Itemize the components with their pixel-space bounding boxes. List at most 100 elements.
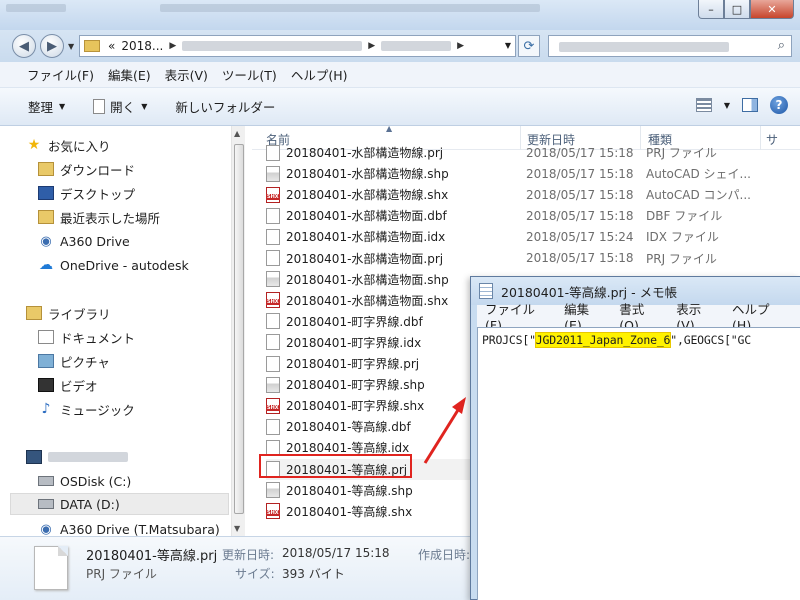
blurred-computer-name <box>48 452 128 462</box>
file-type: PRJ ファイル <box>646 146 717 160</box>
scroll-up-icon[interactable]: ▲ <box>234 129 240 138</box>
open-label: 開く <box>110 100 136 115</box>
sidebar-item-label: ピクチャ <box>60 354 110 370</box>
sidebar-item-label: ダウンロード <box>60 162 136 178</box>
file-name: 20180401-水部構造物面.prj <box>286 251 444 266</box>
view-options-icon[interactable] <box>695 98 712 112</box>
breadcrumb-separator[interactable]: ▶ <box>169 41 176 51</box>
file-row[interactable]: 20180401-水部構造物面.idx 2018/05/17 15:24 IDX フ… <box>266 226 800 247</box>
prj-file-icon <box>266 250 280 266</box>
sidebar-item-label: A360 Drive (T.Matsubara) <box>60 521 220 537</box>
new-folder-label: 新しいフォルダー <box>175 100 276 115</box>
help-icon[interactable]: ? <box>770 96 788 114</box>
file-row[interactable]: 20180401-水部構造物線.shx 2018/05/17 15:18 AutoC… <box>266 184 800 205</box>
explorer-titlebar[interactable]: – □ ✕ <box>0 0 800 30</box>
scrollbar-thumb[interactable] <box>234 144 244 514</box>
menu-edit[interactable]: 編集(E) <box>101 65 158 84</box>
breadcrumb-separator[interactable]: ▶ <box>457 41 464 51</box>
organize-button[interactable]: 整理 ▼ <box>20 97 73 116</box>
file-row[interactable]: 20180401-水部構造物面.prj 2018/05/17 15:18 PRJ フ… <box>266 248 800 269</box>
file-date: 2018/05/17 15:18 <box>526 187 634 202</box>
preview-pane-icon[interactable] <box>742 98 758 112</box>
breadcrumb-separator[interactable]: ▶ <box>368 41 375 51</box>
chevron-down-icon: ▼ <box>141 102 148 111</box>
open-button[interactable]: 開く ▼ <box>85 97 155 116</box>
notepad-text-area[interactable]: PROJCS["JGD2011_Japan_Zone_6",GEOGCS["GC <box>477 327 800 600</box>
maximize-button[interactable]: □ <box>724 0 750 19</box>
notepad-title: 20180401-等高線.prj - メモ帳 <box>501 284 678 300</box>
idx-file-icon <box>266 334 280 351</box>
navigation-pane-scrollbar[interactable]: ▲ ▼ <box>231 126 245 536</box>
annotation-highlight-box <box>259 454 412 478</box>
sidebar-item-libraries[interactable]: ライブラリ <box>26 302 111 324</box>
file-row[interactable]: 20180401-水部構造物線.shp 2018/05/17 15:18 AutoC… <box>266 163 800 184</box>
recent-places-icon <box>38 210 54 224</box>
sidebar-item-recent[interactable]: 最近表示した場所 <box>38 206 160 228</box>
chevron-down-icon[interactable]: ▼ <box>505 41 511 50</box>
sidebar-item-documents[interactable]: ドキュメント <box>38 326 135 348</box>
forward-arrow-icon[interactable]: ▶ <box>40 34 64 58</box>
dbf-file-icon <box>266 207 280 224</box>
dbf-file-icon <box>266 418 280 435</box>
sidebar-item-desktop[interactable]: デスクトップ <box>38 182 135 204</box>
notepad-window: 20180401-等高線.prj - メモ帳 ファイル(F) 編集(E) 書式(… <box>470 276 800 600</box>
close-button[interactable]: ✕ <box>750 0 794 19</box>
back-arrow-icon[interactable]: ◀ <box>12 34 36 58</box>
shx-file-icon <box>266 503 280 520</box>
sidebar-item-computer[interactable] <box>26 446 128 468</box>
search-icon[interactable]: ⌕ <box>778 38 785 53</box>
minimize-button[interactable]: – <box>698 0 724 19</box>
scroll-down-icon[interactable]: ▼ <box>234 524 240 533</box>
blurred-path <box>182 41 363 51</box>
text-suffix: ",GEOGCS["GC <box>670 333 751 347</box>
menu-help[interactable]: ヘルプ(H) <box>284 65 355 84</box>
sidebar-item-osdisk[interactable]: OSDisk (C:) <box>38 470 131 492</box>
sidebar-item-music[interactable]: ♪ ミュージック <box>38 398 135 420</box>
downloads-folder-icon <box>38 162 54 176</box>
a360-icon: ◉ <box>40 521 52 537</box>
sidebar-item-a360-user[interactable]: ◉ A360 Drive (T.Matsubara) <box>38 518 220 537</box>
idx-file-icon <box>266 228 280 245</box>
sidebar-item-pictures[interactable]: ピクチャ <box>38 350 110 372</box>
menu-file[interactable]: ファイル(F) <box>20 65 101 84</box>
search-input[interactable]: ⌕ <box>548 35 792 57</box>
music-icon: ♪ <box>41 401 51 417</box>
file-row[interactable]: 20180401-水部構造物線.prj 2018/05/17 15:18 PRJ フ… <box>266 142 800 163</box>
details-file-type: PRJ ファイル <box>86 567 157 581</box>
sidebar-item-data-drive[interactable]: DATA (D:) <box>10 493 229 515</box>
chevron-down-icon: ▼ <box>59 102 66 111</box>
sidebar-item-label: 最近表示した場所 <box>60 210 161 226</box>
details-size-label: サイズ: <box>235 567 275 581</box>
blurred-title <box>160 4 540 12</box>
file-type: DBF ファイル <box>646 209 723 224</box>
command-bar: 整理 ▼ 開く ▼ 新しいフォルダー ▼ ? <box>0 88 800 126</box>
file-type: AutoCAD コンパ... <box>646 188 751 203</box>
sidebar-item-a360[interactable]: ◉ A360 Drive <box>38 230 129 252</box>
sidebar-item-favorites[interactable]: ★ お気に入り <box>26 134 111 156</box>
address-chevrons[interactable]: « <box>108 39 115 53</box>
address-segment[interactable]: 2018... <box>121 39 163 53</box>
shp-file-icon <box>266 376 280 393</box>
menu-tools[interactable]: ツール(T) <box>215 65 284 84</box>
drive-icon <box>38 499 54 509</box>
library-icon <box>26 306 42 320</box>
sidebar-item-onedrive[interactable]: ☁ OneDrive - autodesk <box>38 254 189 276</box>
sidebar-item-downloads[interactable]: ダウンロード <box>38 158 135 180</box>
file-type: PRJ ファイル <box>646 251 717 266</box>
sidebar-item-label: ミュージック <box>60 402 135 418</box>
file-row[interactable]: 20180401-水部構造物面.dbf 2018/05/17 15:18 DBF フ… <box>266 205 800 226</box>
navigation-bar: ◀ ▶ ▼ « 2018... ▶ ▶ ▶ ▼ ⟳ ⌕ <box>0 30 800 62</box>
videos-icon <box>38 378 54 392</box>
file-date: 2018/05/17 15:18 <box>526 208 634 223</box>
address-bar[interactable]: « 2018... ▶ ▶ ▶ ▼ <box>79 35 516 57</box>
recent-pages-dropdown[interactable]: ▼ <box>68 42 74 51</box>
details-created-label: 作成日時: <box>418 548 471 562</box>
new-folder-button[interactable]: 新しいフォルダー <box>167 97 283 116</box>
sidebar-item-videos[interactable]: ビデオ <box>38 374 98 396</box>
document-icon <box>93 99 106 114</box>
sidebar-item-label: ビデオ <box>60 378 98 394</box>
refresh-icon[interactable]: ⟳ <box>518 35 540 57</box>
shp-file-icon <box>266 482 280 499</box>
chevron-down-icon[interactable]: ▼ <box>724 101 730 110</box>
menu-view[interactable]: 表示(V) <box>158 65 215 84</box>
